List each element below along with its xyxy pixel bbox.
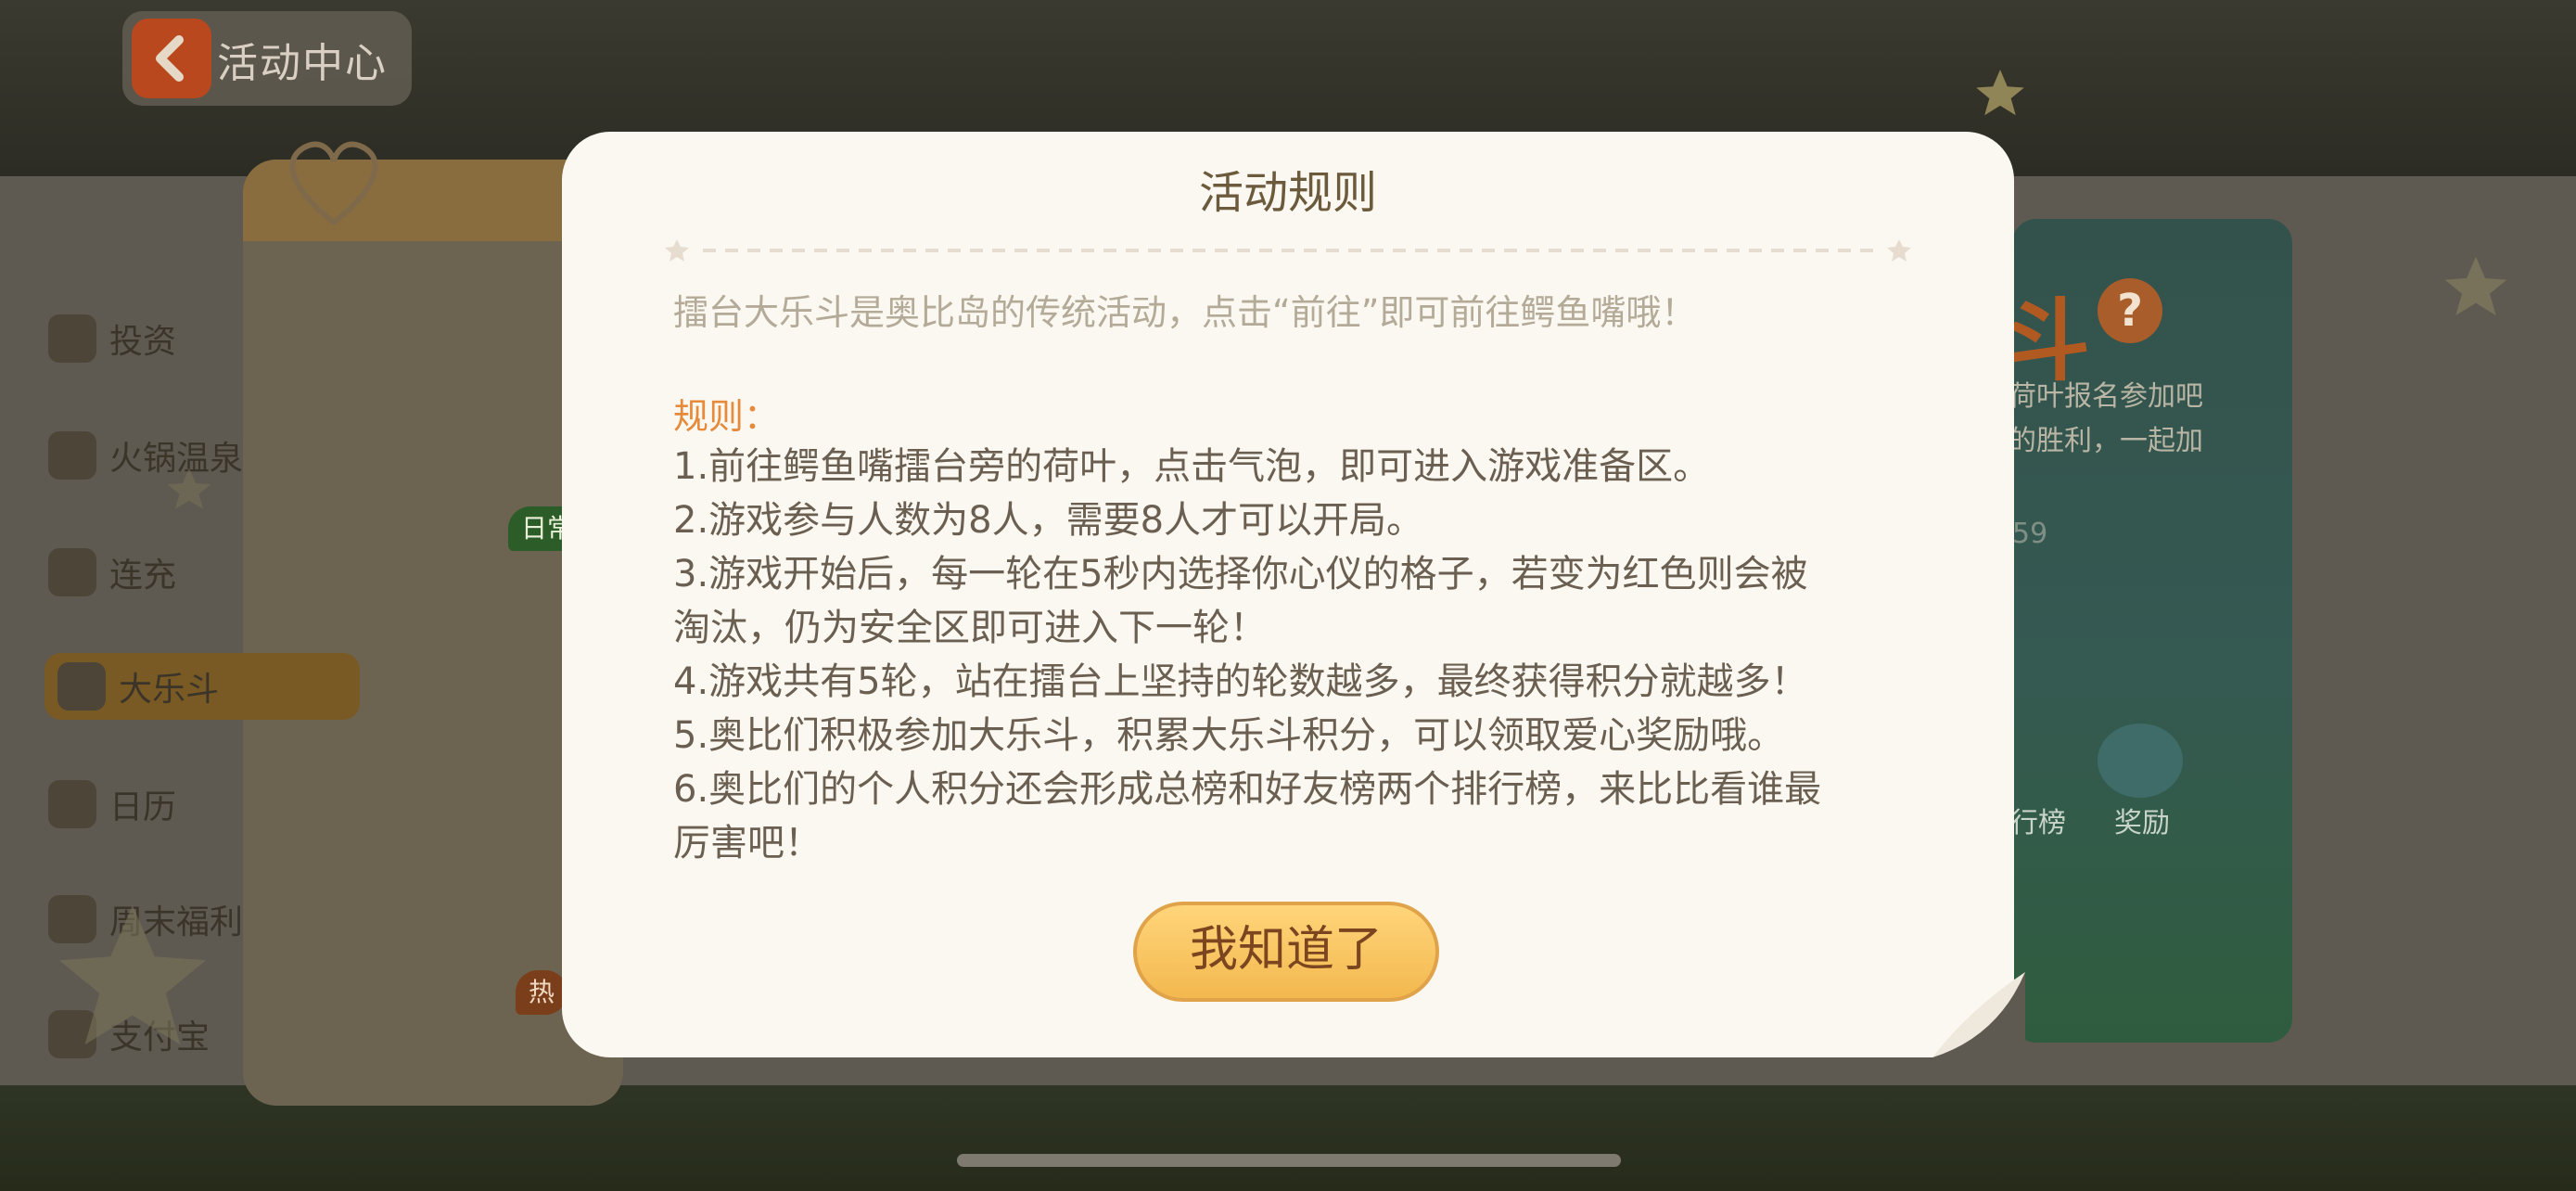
hot-badge: 热: [516, 970, 568, 1015]
sidebar-item-label: 大乐斗: [119, 671, 220, 709]
hotpot-icon: [48, 431, 96, 480]
game-desc-line: 的胜利，一起加: [2009, 425, 2203, 457]
sidebar-item-label: 连充: [109, 557, 177, 595]
leaderboard-label: 行榜: [2010, 807, 2066, 839]
rule-line: 5.奥比们积极参加大乐斗，积累大乐斗积分，可以领取爱心奖励哦。: [673, 714, 1785, 757]
back-arrow-icon: [132, 19, 211, 98]
home-indicator[interactable]: [957, 1154, 1621, 1167]
star-icon: [167, 467, 211, 509]
sidebar-item-label: 投资: [109, 323, 177, 361]
rule-line: 3.游戏开始后，每一轮在5秒内选择你心仪的格子，若变为红色则会被: [673, 553, 1808, 596]
game-desc-line: 荷叶报名参加吧: [2009, 380, 2203, 413]
dialog-title: 活动规则: [1198, 167, 1377, 219]
countdown-text: 59: [2012, 518, 2048, 550]
sidebar-item-label: 日历: [109, 788, 177, 826]
page-curl-decoration: [1932, 972, 2025, 1057]
star-icon: [2444, 256, 2507, 315]
leaderboard-button[interactable]: [2012, 716, 2075, 811]
star-icon: [1976, 70, 2024, 116]
rules-list: 1.前往鳄鱼嘴擂台旁的荷叶，点击气泡，即可进入游戏准备区。 2.游戏参与人数为8…: [673, 440, 1934, 870]
reward-label: 奖励: [2114, 807, 2170, 839]
rule-line: 厉害吧！: [673, 822, 822, 864]
sidebar-item-invest[interactable]: 投资: [48, 306, 176, 371]
back-button[interactable]: 活动中心: [122, 11, 412, 106]
rule-line: 4.游戏共有5轮，站在擂台上坚持的轮数越多，最终获得积分就越多！: [673, 660, 1808, 703]
sidebar-item-daledou[interactable]: 大乐斗: [45, 653, 360, 720]
rule-line: 2.游戏参与人数为8人，需要8人才可以开局。: [673, 499, 1424, 542]
rules-heading: 规则：: [673, 396, 780, 437]
confirm-button[interactable]: 我知道了: [1133, 902, 1439, 1002]
intro-text: 擂台大乐斗是奥比岛的传统活动，点击“前往”即可前往鳄鱼嘴哦！: [673, 292, 1697, 333]
game-description: 荷叶报名参加吧 的胜利，一起加: [2009, 375, 2250, 464]
sidebar-item-recharge[interactable]: 连充: [48, 540, 176, 605]
rule-line: 6.奥比们的个人积分还会形成总榜和好友榜两个排行榜，来比比看谁最: [673, 768, 1822, 811]
star-divider: [665, 239, 1911, 262]
heart-clip-icon: [289, 141, 378, 226]
sidebar-item-calendar[interactable]: 日历: [48, 772, 176, 837]
crocodile-icon: [57, 662, 106, 711]
rule-line: 淘汰，仍为安全区即可进入下一轮！: [673, 607, 1267, 649]
star-icon: [58, 904, 207, 1045]
rule-line: 1.前往鳄鱼嘴擂台旁的荷叶，点击气泡，即可进入游戏准备区。: [673, 445, 1711, 488]
help-icon[interactable]: ?: [2098, 278, 2162, 343]
bar-chart-icon: [48, 314, 96, 363]
trophy-icon[interactable]: [2098, 724, 2183, 798]
rules-dialog: 活动规则 擂台大乐斗是奥比岛的传统活动，点击“前往”即可前往鳄鱼嘴哦！ 规则： …: [562, 132, 2025, 1057]
calendar-icon: [48, 780, 96, 828]
coin-icon: [48, 548, 96, 596]
back-label: 活动中心: [217, 40, 388, 87]
